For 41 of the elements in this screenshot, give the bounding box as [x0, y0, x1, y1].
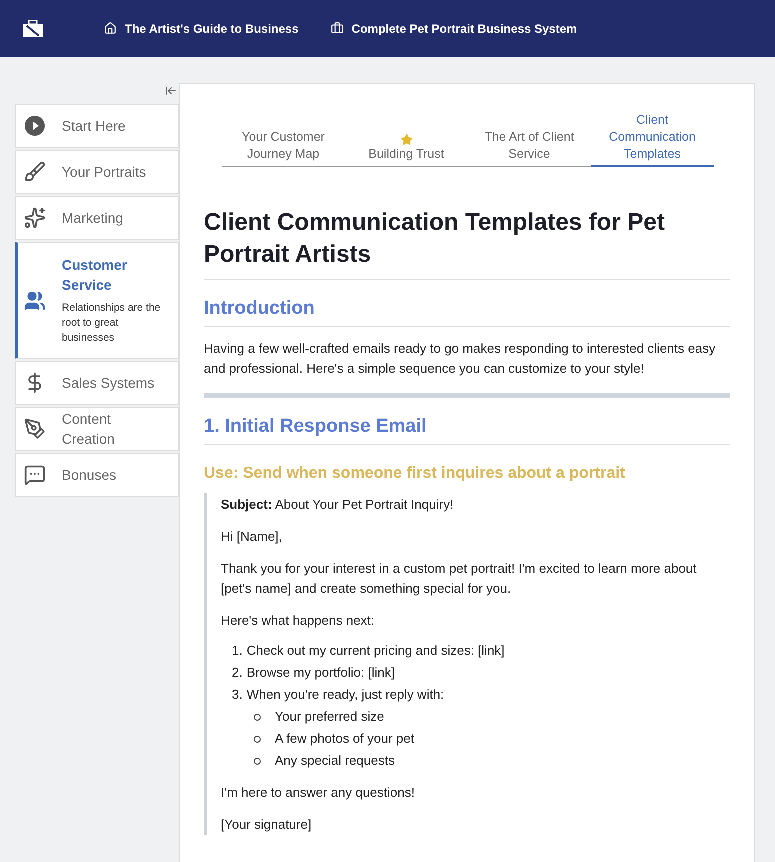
sidebar-item-label: Your Portraits [62, 163, 146, 182]
tab[interactable]: Client Communication Templates [591, 112, 714, 167]
intro-paragraph: Having a few well-crafted emails ready to go makes responding to interested clients easy and professional. Here's a simple sequence you can customize to your style! [204, 340, 717, 378]
sidebar-item[interactable]: Content Creation [15, 407, 179, 451]
email-greeting: Hi [Name], [221, 528, 284, 546]
sidebar-item-label: Sales Systems [62, 374, 155, 393]
sidebar-item-label: Start Here [62, 117, 126, 136]
email-paragraph: I'm here to answer any questions! [221, 784, 416, 802]
step-text: Browse my portfolio: [link] [246, 664, 395, 682]
breadcrumb-link[interactable]: The Artist's Guide to Business [104, 22, 299, 36]
email-paragraph: Thank you for your interest in a custom pet portrait! I'm excited to learn more about [pet's name] and create something special for you. [221, 560, 698, 598]
email-subject: Subject: About Your Pet Portrait Inquiry! [221, 496, 455, 514]
breadcrumb-link[interactable]: Complete Pet Portrait Business System [330, 22, 578, 36]
step-text: When you're ready, just reply with: [246, 686, 444, 704]
step-number: 2. [232, 664, 243, 682]
step-number: 1. [232, 642, 243, 660]
step-number: 3. [232, 686, 243, 704]
sidebar-item[interactable]: Bonuses [15, 453, 179, 497]
step-text: Check out my current pricing and sizes: [link] [246, 642, 505, 660]
bullet-text: Your preferred size [275, 708, 384, 726]
section-heading: 1. Initial Response Email [204, 416, 730, 445]
email-signature: [Your signature] [221, 816, 313, 834]
sidebar-item[interactable]: Sales Systems [15, 361, 179, 405]
sidebar-item[interactable]: Your Portraits [15, 150, 179, 194]
tab[interactable]: Building Trust [345, 112, 468, 167]
sidebar-item-label: Content Creation [62, 410, 116, 449]
sidebar-item[interactable]: Marketing [15, 196, 179, 240]
bullet-text: Any special requests [275, 752, 395, 770]
email-paragraph: Here's what happens next: [221, 612, 376, 630]
sidebar-item-label: Customer Service [62, 256, 128, 295]
tab[interactable]: The Art of Client Service [468, 112, 591, 167]
page-title: Client Communication Templates for Pet Portrait Artists [204, 207, 730, 280]
sidebar-item[interactable]: Customer Service Relationships are the root to great businesses [15, 242, 179, 359]
bullet-text: A few photos of your pet [275, 730, 414, 748]
usage-heading: Use: Send when someone first inquires about a portrait [204, 465, 626, 483]
sidebar-item-description: Relationships are the root to great businesses [62, 301, 162, 346]
sidebar-item-label: Bonuses [62, 466, 116, 485]
sidebar-item-label: Marketing [62, 209, 124, 228]
sidebar-item[interactable]: Start Here [15, 104, 179, 148]
section-heading: Introduction [204, 298, 730, 327]
tab[interactable]: Your Customer Journey Map [222, 112, 345, 167]
